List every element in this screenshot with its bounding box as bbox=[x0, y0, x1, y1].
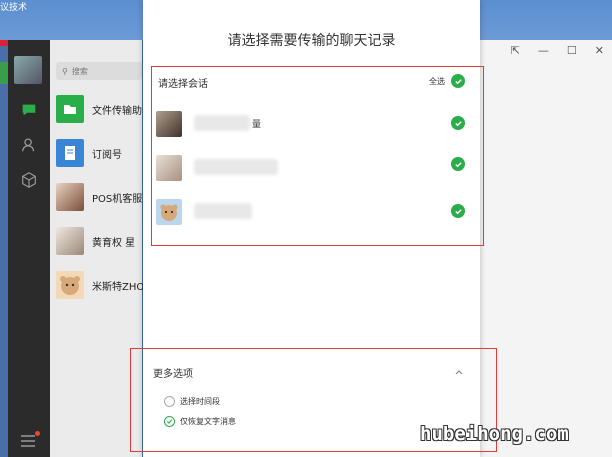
close-button[interactable]: ✕ bbox=[595, 44, 604, 57]
avatar bbox=[156, 155, 182, 181]
chevron-up-icon[interactable] bbox=[455, 368, 463, 376]
window-controls: ⇱ — ☐ ✕ bbox=[511, 44, 604, 57]
desktop-edge bbox=[0, 40, 8, 457]
select-all-label[interactable]: 全选 bbox=[429, 76, 445, 87]
conversation-row[interactable]: 量 bbox=[152, 103, 483, 143]
folder-icon bbox=[56, 95, 84, 123]
chat-item-huang[interactable]: 黄育权 星 bbox=[50, 220, 142, 264]
avatar[interactable] bbox=[14, 56, 42, 84]
radio-checked-icon[interactable] bbox=[164, 416, 175, 427]
chat-bubble-icon[interactable] bbox=[19, 100, 39, 120]
select-conversation-header: 请选择会话 bbox=[158, 79, 208, 90]
chat-item-label: 订阅号 bbox=[92, 150, 122, 161]
search-icon: ⚲ bbox=[62, 66, 68, 76]
watermark: hubeihong.com bbox=[420, 423, 569, 445]
cube-icon[interactable] bbox=[19, 170, 39, 190]
blurred-name bbox=[194, 203, 252, 219]
check-icon[interactable] bbox=[451, 157, 465, 171]
contacts-icon[interactable] bbox=[19, 135, 39, 155]
avatar bbox=[56, 271, 84, 299]
taskbar-red-item bbox=[0, 40, 8, 46]
chat-item-label: POS机客服 bbox=[92, 194, 143, 205]
desktop-title: 议技术 bbox=[0, 3, 28, 13]
chat-item-label: 米斯特ZHO bbox=[92, 282, 145, 293]
chat-item-label: 黄育权 星 bbox=[92, 238, 136, 249]
main-pane-background bbox=[480, 40, 612, 457]
app-sidebar bbox=[8, 40, 50, 457]
check-icon[interactable] bbox=[451, 116, 465, 130]
chat-item-pos-service[interactable]: POS机客服 bbox=[50, 176, 142, 220]
notification-dot bbox=[35, 431, 40, 436]
avatar bbox=[156, 111, 182, 137]
dialog-title: 请选择需要传输的聊天记录 bbox=[227, 33, 396, 49]
conversation-name-suffix: 量 bbox=[252, 120, 262, 130]
chat-item-file-transfer[interactable]: 文件传输助 bbox=[50, 88, 142, 132]
taskbar-green-item bbox=[0, 62, 8, 84]
option-label: 选择时间段 bbox=[180, 397, 220, 406]
option-label: 仅恢复文字消息 bbox=[180, 417, 236, 426]
more-options-title: 更多选项 bbox=[153, 369, 193, 380]
chat-item-label: 文件传输助 bbox=[92, 106, 142, 117]
maximize-button[interactable]: ☐ bbox=[567, 44, 577, 57]
search-input[interactable]: ⚲ 搜索 bbox=[56, 62, 142, 80]
avatar bbox=[56, 183, 84, 211]
blurred-name bbox=[194, 159, 278, 175]
chat-list: ⚲ 搜索 文件传输助 订阅号 POS机客服 黄育权 星 米斯特ZHO bbox=[50, 40, 145, 457]
chat-item-subscriptions[interactable]: 订阅号 bbox=[50, 132, 142, 176]
avatar bbox=[156, 199, 182, 225]
doc-icon bbox=[56, 139, 84, 167]
check-icon[interactable] bbox=[451, 204, 465, 218]
conversation-row[interactable] bbox=[152, 191, 483, 231]
conversation-row[interactable] bbox=[152, 147, 483, 187]
chat-item-mister[interactable]: 米斯特ZHO bbox=[50, 264, 145, 308]
radio-unchecked-icon[interactable] bbox=[164, 396, 175, 407]
option-time-range[interactable]: 选择时间段 bbox=[164, 396, 220, 407]
pin-button[interactable]: ⇱ bbox=[511, 44, 520, 57]
menu-icon[interactable] bbox=[19, 431, 40, 449]
avatar bbox=[56, 227, 84, 255]
minimize-button[interactable]: — bbox=[538, 44, 549, 57]
option-text-only[interactable]: 仅恢复文字消息 bbox=[164, 416, 236, 427]
blurred-name bbox=[194, 115, 250, 131]
select-all-check-icon[interactable] bbox=[451, 74, 465, 88]
search-placeholder: 搜索 bbox=[71, 66, 88, 76]
conversation-selection-box: 请选择会话 全选 量 bbox=[151, 66, 484, 246]
